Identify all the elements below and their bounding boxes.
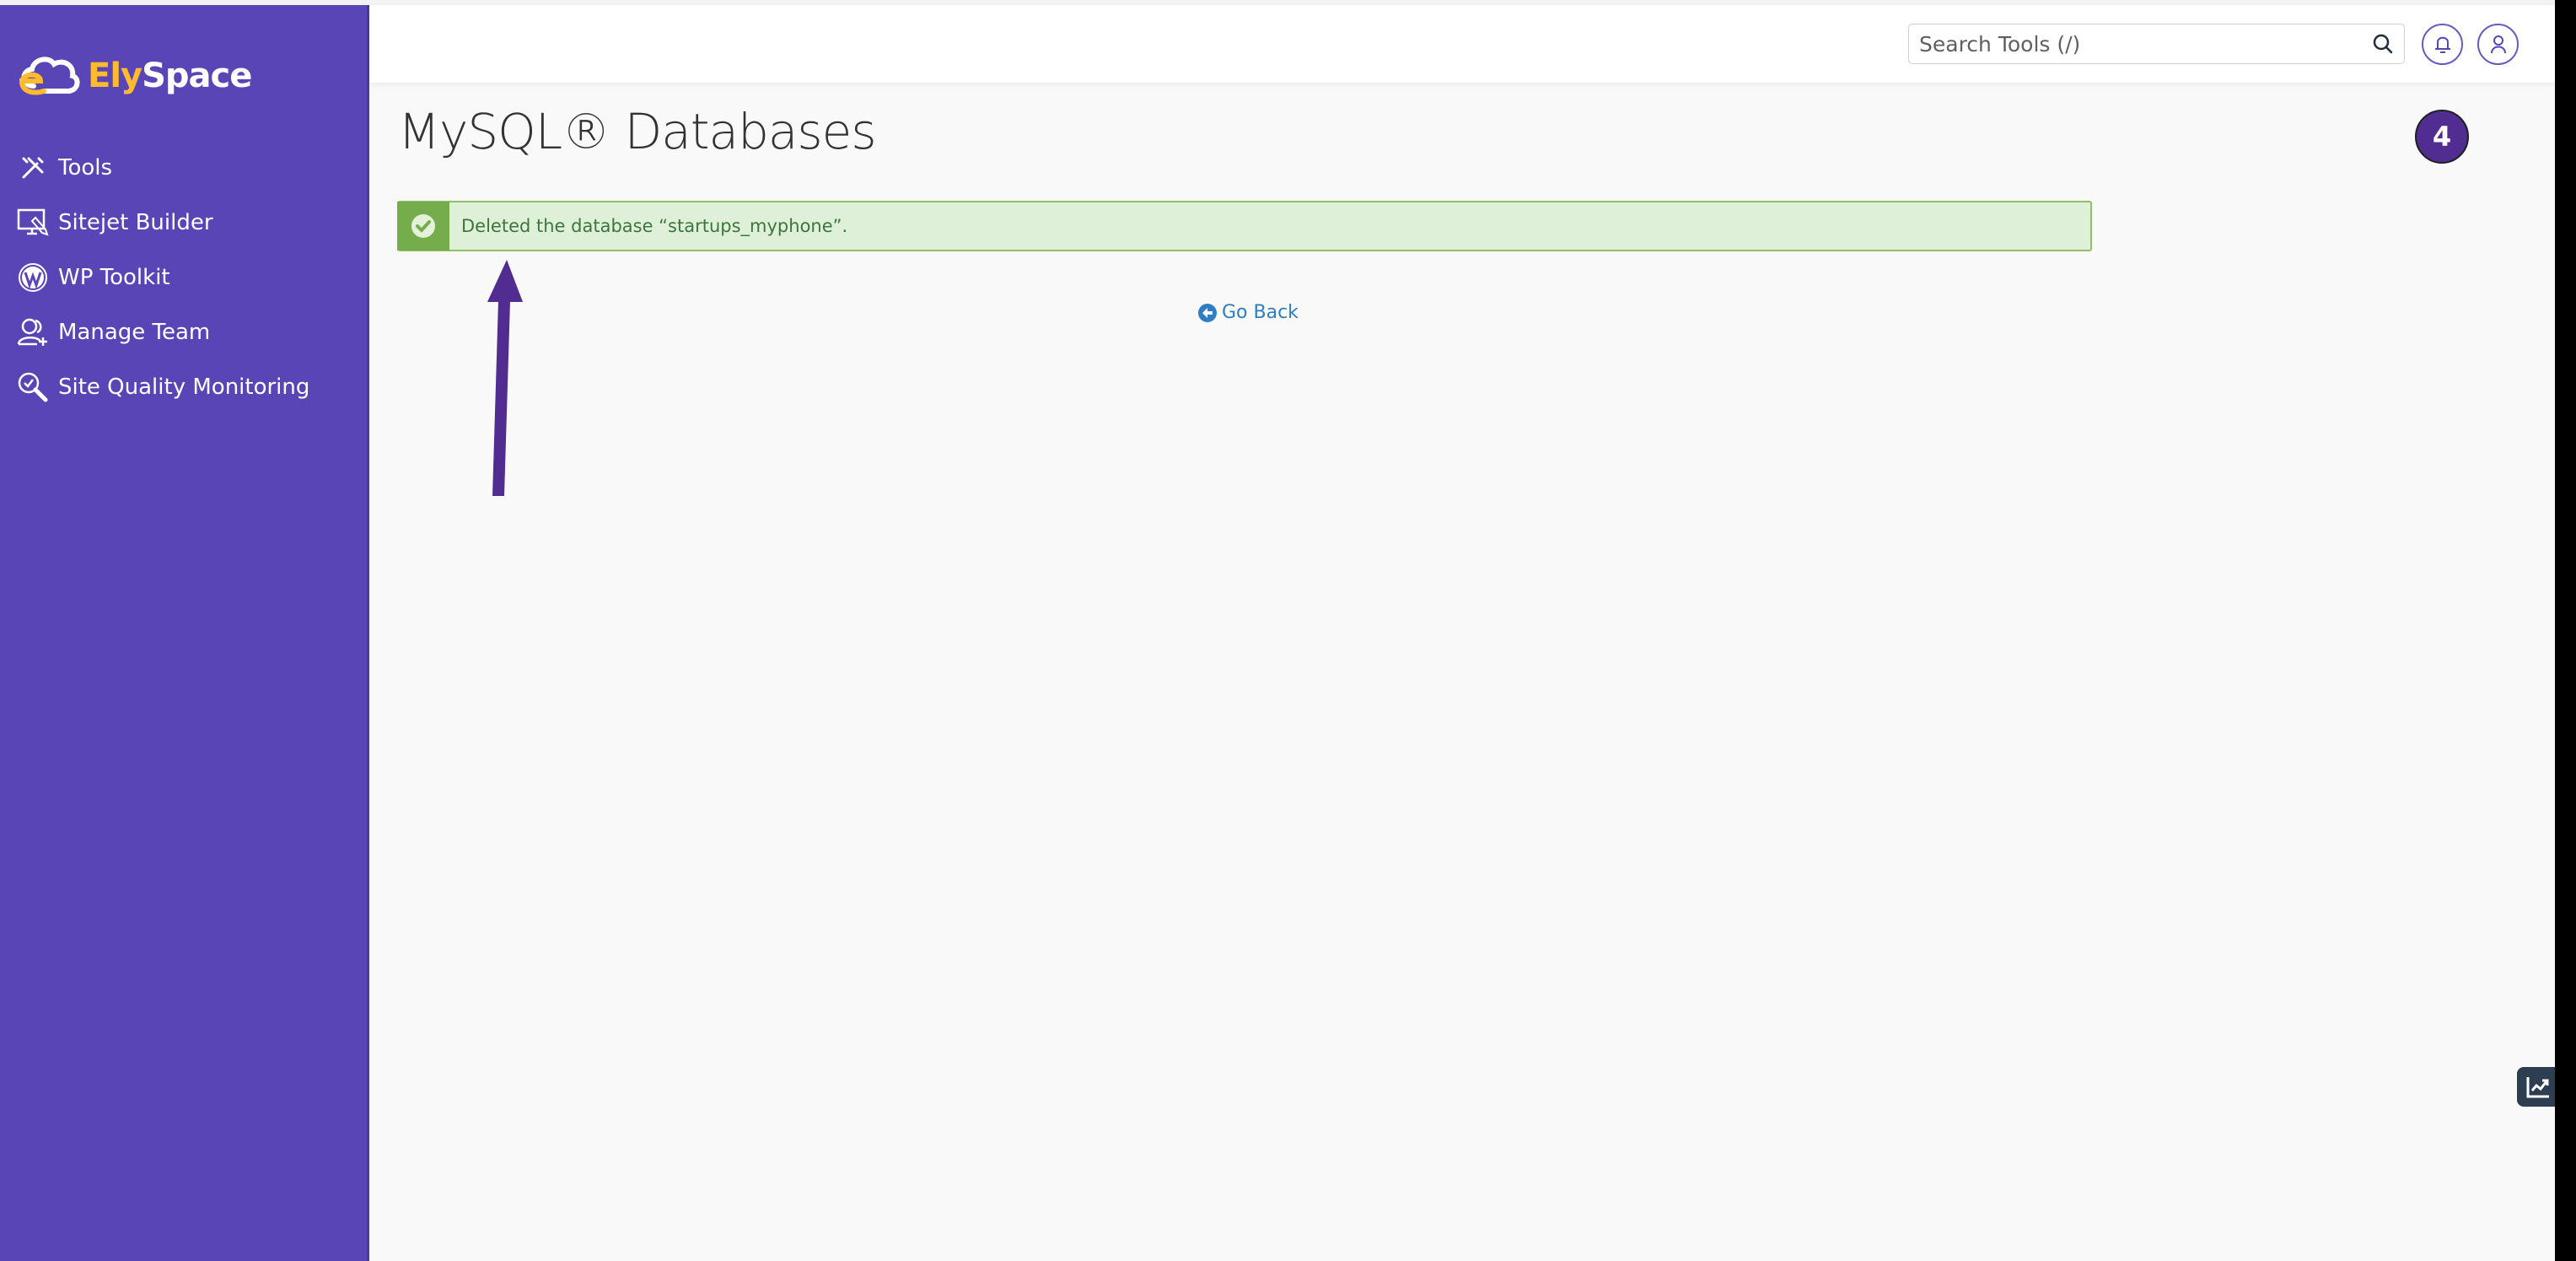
sidebar-item-sitejet-builder[interactable]: Sitejet Builder (0, 195, 367, 250)
sidebar-item-label: WP Toolkit (58, 264, 170, 290)
notifications-button[interactable] (2422, 24, 2463, 65)
arrow-circle-left-icon (1198, 303, 1217, 322)
cloud-logo-icon (19, 57, 80, 95)
manage-team-icon (17, 316, 49, 348)
brand-name-ely: Ely (88, 57, 143, 95)
wordpress-icon (17, 261, 49, 294)
sidebar-nav: Tools Sitejet Builder WP Toolkit Manage … (0, 140, 367, 414)
annotation-arrow-head (487, 260, 523, 302)
go-back-link[interactable]: Go Back (1198, 302, 1299, 323)
annotation-arrow (487, 260, 523, 496)
search-input[interactable] (1909, 24, 2359, 63)
screen-edge (2555, 0, 2576, 1261)
annotation-arrow-shaft (492, 301, 510, 496)
top-header (369, 5, 2555, 83)
sitejet-icon (17, 207, 49, 239)
site-quality-icon (17, 371, 49, 403)
tools-icon (17, 152, 49, 184)
chart-trend-icon (2526, 1076, 2549, 1097)
search-box (1908, 24, 2405, 64)
sidebar-item-label: Tools (58, 154, 113, 181)
user-menu-button[interactable] (2477, 24, 2519, 65)
user-icon (2490, 35, 2506, 53)
brand-name-space: Space (142, 57, 252, 95)
alert-message: Deleted the database “startups_myphone”. (461, 216, 848, 236)
bell-icon (2434, 36, 2450, 53)
sidebar-item-tools[interactable]: Tools (0, 140, 367, 195)
check-circle-icon (411, 214, 435, 238)
sidebar-item-site-quality-monitoring[interactable]: Site Quality Monitoring (0, 359, 367, 414)
sidebar-item-wp-toolkit[interactable]: WP Toolkit (0, 250, 367, 304)
step-number-badge: 4 (2415, 110, 2469, 164)
stats-widget-button[interactable] (2517, 1067, 2559, 1107)
search-icon[interactable] (2372, 33, 2394, 55)
success-alert: Deleted the database “startups_myphone”. (397, 201, 2092, 251)
sidebar-item-label: Site Quality Monitoring (58, 374, 310, 400)
sidebar-item-label: Manage Team (58, 319, 211, 345)
alert-icon-container (397, 202, 449, 251)
sidebar-item-manage-team[interactable]: Manage Team (0, 304, 367, 359)
sidebar-item-label: Sitejet Builder (58, 209, 213, 235)
page-title: MySQL® Databases (398, 103, 877, 160)
brand-logo[interactable]: ElySpace (15, 49, 252, 103)
sidebar: ElySpace Tools Sitejet Builder WP Toolki… (0, 5, 369, 1261)
go-back-label: Go Back (1222, 302, 1299, 323)
